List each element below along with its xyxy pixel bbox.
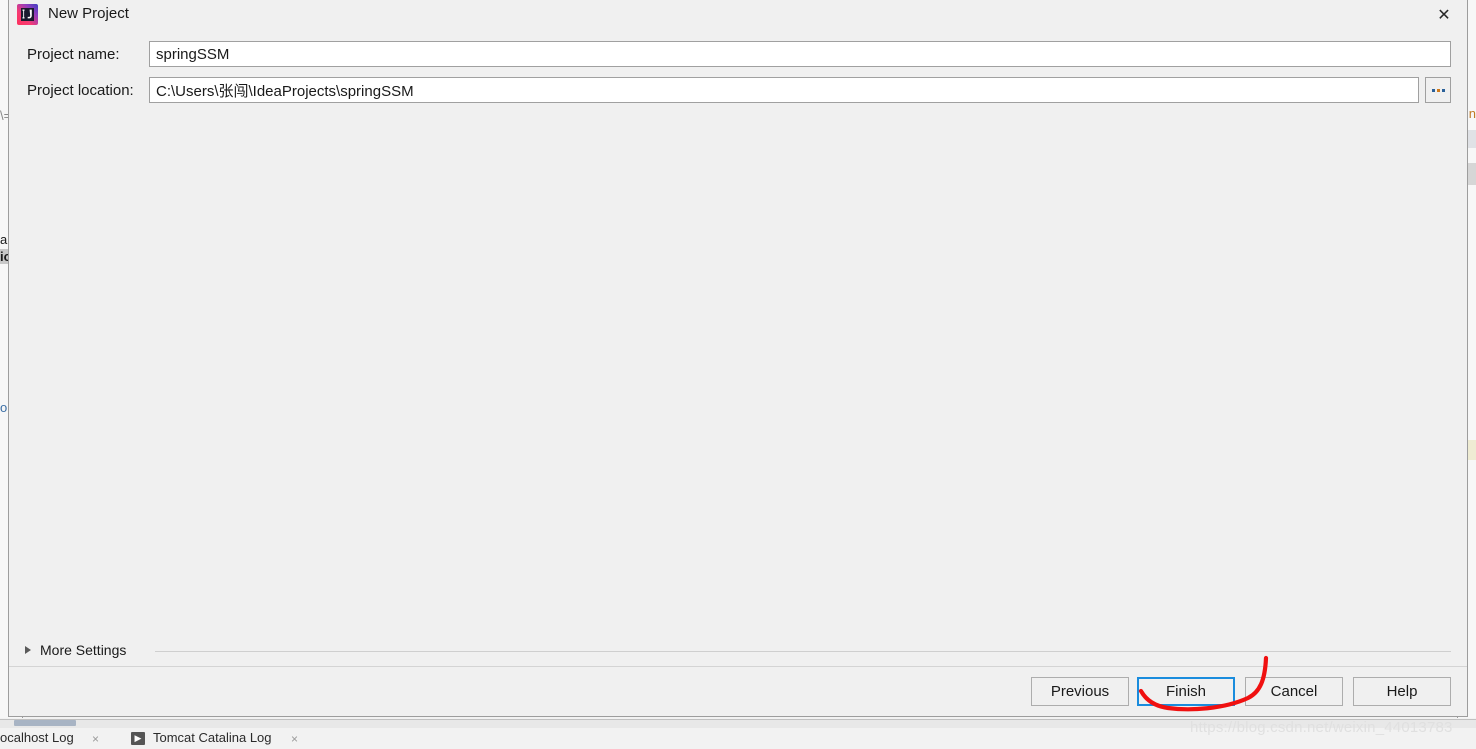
help-button[interactable]: Help [1353,677,1451,706]
project-name-label: Project name: [27,46,120,63]
project-location-input[interactable] [149,77,1419,103]
finish-button[interactable]: Finish [1137,677,1235,706]
browse-folder-button[interactable] [1425,77,1451,103]
close-icon-tomcat-catalina-log[interactable]: × [291,732,298,746]
more-settings-divider [155,651,1451,652]
watermark: https://blog.csdn.net/weixin_44013783 [1190,719,1453,736]
run-icon: ▶ [131,732,145,745]
more-settings-label: More Settings [40,642,127,658]
tab-tomcat-catalina-log[interactable]: Tomcat Catalina Log [153,730,272,745]
cancel-button[interactable]: Cancel [1245,677,1343,706]
dialog-titlebar: New Project ✕ [9,0,1467,30]
intellij-idea-icon [17,4,38,25]
close-icon-localhost-log[interactable]: × [92,732,99,746]
chevron-right-icon [25,646,31,654]
project-name-input[interactable] [149,41,1451,67]
dialog-title: New Project [48,5,129,22]
button-bar-divider [9,666,1467,667]
browse-dot-2 [1436,88,1440,92]
browse-dot-3 [1441,88,1445,92]
screen: \= a ic ol rin New Project ✕ Project nam… [0,0,1476,749]
close-icon[interactable]: ✕ [1421,0,1467,30]
browse-dot-1 [1431,88,1435,92]
tab-localhost-log[interactable]: ocalhost Log [0,730,74,745]
project-location-label: Project location: [27,82,134,99]
more-settings-toggle[interactable]: More Settings [25,642,126,658]
new-project-dialog: New Project ✕ Project name: Project loca… [8,0,1468,717]
previous-button[interactable]: Previous [1031,677,1129,706]
ide-scrollbar-thumb[interactable] [14,720,76,726]
